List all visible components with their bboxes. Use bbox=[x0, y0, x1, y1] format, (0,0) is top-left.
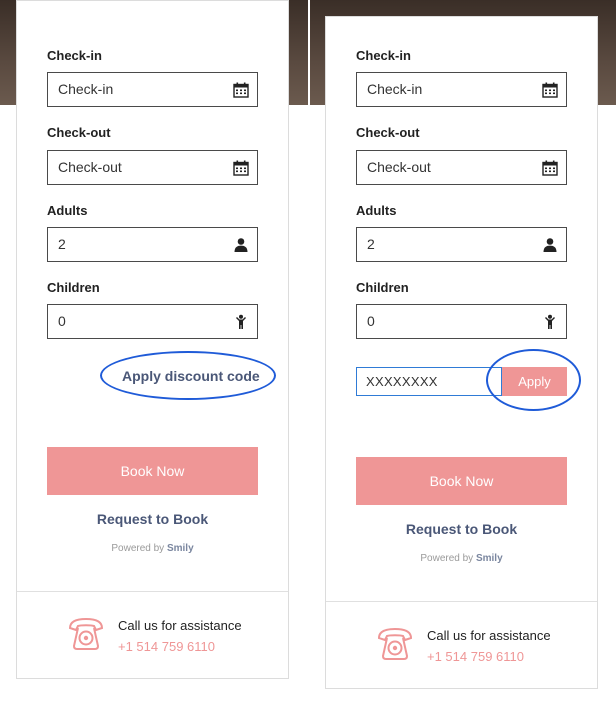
book-now-button[interactable]: Book Now bbox=[47, 447, 258, 495]
children-value: 0 bbox=[367, 313, 375, 329]
checkout-label: Check-out bbox=[47, 125, 111, 140]
assist-title: Call us for assistance bbox=[427, 628, 551, 643]
person-icon bbox=[543, 238, 557, 252]
adults-label: Adults bbox=[47, 203, 88, 218]
assist-phone[interactable]: +1 514 759 6110 bbox=[118, 639, 215, 654]
powered-brand[interactable]: Smily bbox=[167, 543, 194, 554]
checkin-field[interactable]: Check-in bbox=[47, 72, 258, 107]
children-label: Children bbox=[47, 280, 100, 295]
calendar-icon[interactable] bbox=[233, 82, 249, 98]
powered-by-text: Powered by Smily bbox=[356, 553, 567, 564]
powered-prefix: Powered by bbox=[111, 543, 165, 554]
children-field[interactable]: 0 bbox=[356, 304, 567, 339]
assist-phone[interactable]: +1 514 759 6110 bbox=[427, 649, 524, 664]
highlight-ellipse bbox=[100, 351, 276, 400]
checkout-value: Check-out bbox=[367, 159, 431, 175]
adults-field[interactable]: 2 bbox=[356, 227, 567, 262]
assist-title: Call us for assistance bbox=[118, 618, 242, 633]
checkout-field[interactable]: Check-out bbox=[356, 150, 567, 185]
calendar-icon[interactable] bbox=[233, 160, 249, 176]
children-label: Children bbox=[356, 280, 409, 295]
checkin-label: Check-in bbox=[356, 48, 411, 63]
checkout-label: Check-out bbox=[356, 125, 420, 140]
calendar-icon[interactable] bbox=[542, 82, 558, 98]
calendar-icon[interactable] bbox=[542, 160, 558, 176]
checkin-field[interactable]: Check-in bbox=[356, 72, 567, 107]
highlight-ellipse bbox=[486, 349, 581, 411]
checkin-value: Check-in bbox=[367, 81, 423, 97]
adults-label: Adults bbox=[356, 203, 397, 218]
request-to-book-link[interactable]: Request to Book bbox=[47, 511, 258, 527]
telephone-icon bbox=[68, 617, 104, 650]
book-now-button[interactable]: Book Now bbox=[356, 457, 567, 505]
adults-field[interactable]: 2 bbox=[47, 227, 258, 262]
checkin-label: Check-in bbox=[47, 48, 102, 63]
checkin-value: Check-in bbox=[58, 81, 114, 97]
request-to-book-link[interactable]: Request to Book bbox=[356, 521, 567, 537]
checkout-value: Check-out bbox=[58, 159, 122, 175]
checkout-field[interactable]: Check-out bbox=[47, 150, 258, 185]
discount-code-input[interactable]: XXXXXXXX bbox=[356, 367, 502, 396]
children-value: 0 bbox=[58, 313, 66, 329]
powered-by-text: Powered by Smily bbox=[47, 543, 258, 554]
divider bbox=[17, 591, 288, 592]
powered-brand[interactable]: Smily bbox=[476, 553, 503, 564]
adults-value: 2 bbox=[367, 236, 375, 252]
children-field[interactable]: 0 bbox=[47, 304, 258, 339]
divider bbox=[326, 601, 597, 602]
adults-value: 2 bbox=[58, 236, 66, 252]
child-icon bbox=[545, 314, 555, 329]
telephone-icon bbox=[377, 627, 413, 660]
booking-widget-collapsed: Check-in Check-in Check-out Check-out Ad… bbox=[16, 0, 289, 679]
powered-prefix: Powered by bbox=[420, 553, 474, 564]
person-icon bbox=[234, 238, 248, 252]
discount-code-value: XXXXXXXX bbox=[366, 374, 438, 389]
child-icon bbox=[236, 314, 246, 329]
